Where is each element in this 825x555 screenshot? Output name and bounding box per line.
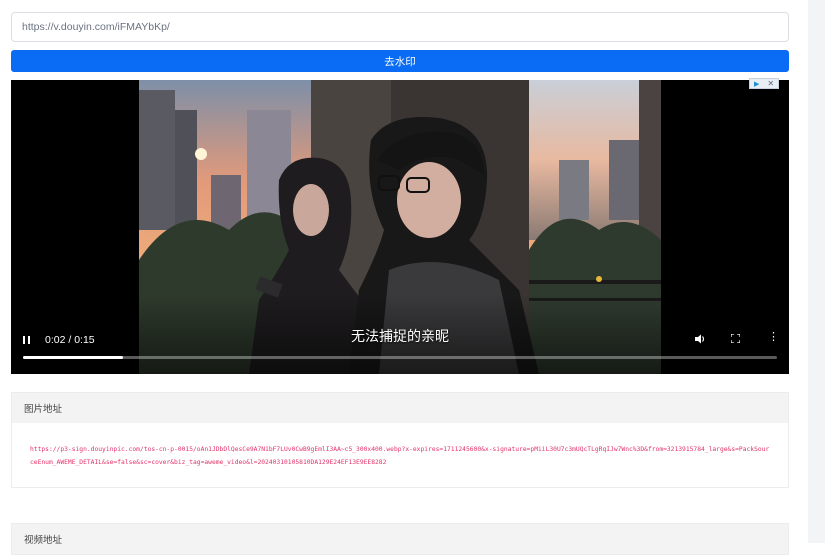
remove-watermark-button[interactable]: 去水印 (11, 50, 789, 72)
progress-bar[interactable] (23, 356, 777, 359)
ad-close-icon[interactable]: ✕ (767, 79, 774, 88)
image-url-card-body: https://p3-sign.douyinpic.com/tos-cn-p-0… (12, 423, 788, 487)
video-url-input[interactable] (11, 12, 789, 42)
ad-play-icon[interactable]: ▶ (754, 80, 759, 88)
video-url-card-title: 视频地址 (12, 524, 788, 554)
video-subtitle: 无法捕捉的亲昵 (351, 329, 449, 345)
pause-icon[interactable] (23, 335, 33, 345)
progress-fill (23, 356, 124, 359)
image-url-card-title: 图片地址 (12, 393, 788, 423)
video-url-card: 视频地址 (11, 523, 789, 555)
image-url-text[interactable]: https://p3-sign.douyinpic.com/tos-cn-p-0… (30, 443, 770, 469)
ad-badge[interactable]: ▶ ✕ (749, 78, 779, 89)
fullscreen-icon[interactable] (730, 333, 741, 344)
video-player[interactable]: 无法捕捉的亲昵 0:02 / 0:15 ⋮ (11, 80, 789, 374)
more-vertical-icon[interactable]: ⋮ (768, 332, 779, 343)
volume-icon[interactable] (695, 334, 706, 347)
time-display: 0:02 / 0:15 (45, 334, 95, 346)
page-side-gutter (808, 0, 825, 543)
image-url-card: 图片地址 https://p3-sign.douyinpic.com/tos-c… (11, 392, 789, 488)
